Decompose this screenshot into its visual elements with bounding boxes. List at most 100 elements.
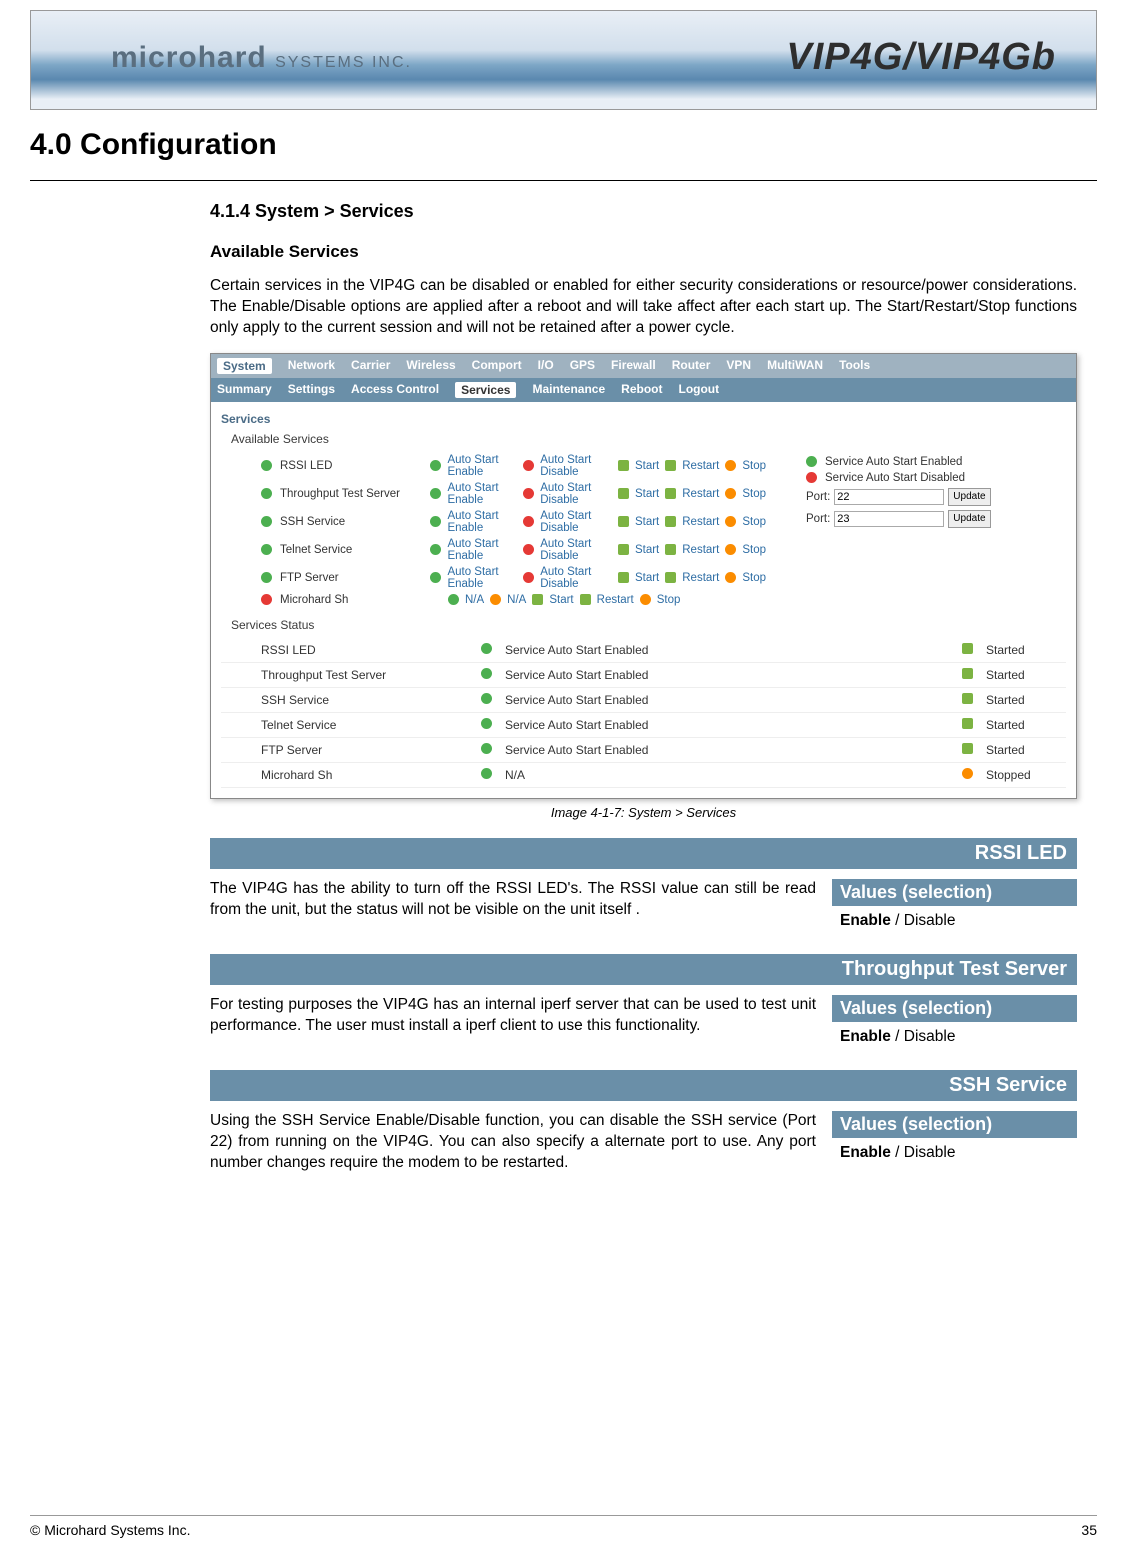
- main-tab[interactable]: Carrier: [351, 358, 390, 374]
- sub-tab[interactable]: Maintenance: [532, 382, 605, 398]
- stop-link[interactable]: Stop: [742, 488, 766, 500]
- enable-icon: [448, 594, 459, 605]
- available-services-heading: Available Services: [231, 432, 1066, 446]
- port-input-ssh[interactable]: [834, 489, 944, 505]
- product-name: VIP4G/VIP4Gb: [786, 36, 1056, 79]
- auto-start-enable-link[interactable]: Auto Start Enable: [447, 566, 517, 590]
- stop-icon: [725, 516, 736, 527]
- restart-link[interactable]: Restart: [682, 460, 719, 472]
- main-tab[interactable]: I/O: [538, 358, 554, 374]
- check-icon: [481, 643, 492, 654]
- service-name: Throughput Test Server: [280, 488, 422, 500]
- restart-link[interactable]: Restart: [682, 488, 719, 500]
- restart-link[interactable]: Restart: [682, 516, 719, 528]
- start-link[interactable]: Start: [635, 516, 659, 528]
- main-tab[interactable]: System: [217, 358, 272, 374]
- service-list: RSSI LEDAuto Start EnableAuto Start Disa…: [221, 452, 766, 608]
- status-name: FTP Server: [261, 743, 481, 757]
- auto-start-enable-link[interactable]: Auto Start Enable: [447, 454, 517, 478]
- section-subtitle: Available Services: [210, 242, 1077, 262]
- sub-tab[interactable]: Settings: [288, 382, 335, 398]
- stop-link[interactable]: Stop: [657, 594, 681, 606]
- stop-link[interactable]: Stop: [742, 460, 766, 472]
- restart-icon: [665, 572, 676, 583]
- legend-disabled: Service Auto Start Disabled: [825, 472, 965, 484]
- state-icon: [962, 743, 973, 754]
- restart-link[interactable]: Restart: [682, 572, 719, 584]
- enable-icon: [430, 516, 441, 527]
- enable-icon: [430, 572, 441, 583]
- auto-start-enable-link[interactable]: Auto Start Enable: [447, 482, 517, 506]
- auto-start-disable-link[interactable]: Auto Start Disable: [540, 566, 612, 590]
- restart-link[interactable]: Restart: [597, 594, 634, 606]
- values-heading: Values (selection): [832, 995, 1077, 1022]
- auto-start-disable-link[interactable]: N/A: [507, 594, 526, 606]
- check-icon: [481, 743, 492, 754]
- auto-start-disable-link[interactable]: Auto Start Disable: [540, 538, 612, 562]
- enable-icon: [430, 544, 441, 555]
- setting-header: Throughput Test Server: [210, 954, 1077, 985]
- legend-panel: Service Auto Start Enabled Service Auto …: [806, 452, 1066, 608]
- main-tab[interactable]: Router: [672, 358, 711, 374]
- start-link[interactable]: Start: [549, 594, 573, 606]
- auto-start-enable-link[interactable]: Auto Start Enable: [447, 538, 517, 562]
- update-button[interactable]: Update: [948, 510, 990, 528]
- update-button[interactable]: Update: [948, 488, 990, 506]
- main-tab[interactable]: Firewall: [611, 358, 656, 374]
- disable-icon: [523, 516, 534, 527]
- auto-start-disable-link[interactable]: Auto Start Disable: [540, 510, 612, 534]
- values-heading: Values (selection): [832, 1111, 1077, 1138]
- start-link[interactable]: Start: [635, 572, 659, 584]
- status-row: Microhard ShN/AStopped: [221, 763, 1066, 788]
- start-link[interactable]: Start: [635, 544, 659, 556]
- service-row: SSH ServiceAuto Start EnableAuto Start D…: [221, 508, 766, 536]
- main-tab[interactable]: Network: [288, 358, 335, 374]
- state-text: Started: [986, 643, 1066, 657]
- sub-tab[interactable]: Summary: [217, 382, 272, 398]
- stop-link[interactable]: Stop: [742, 516, 766, 528]
- sub-tab[interactable]: Reboot: [621, 382, 662, 398]
- main-tab[interactable]: MultiWAN: [767, 358, 823, 374]
- main-tabs: System Network Carrier Wireless Comport I/O GP…: [211, 354, 1076, 378]
- state-text: Started: [986, 743, 1066, 757]
- setting-description: Using the SSH Service Enable/Disable fun…: [210, 1111, 816, 1174]
- intro-paragraph: Certain services in the VIP4G can be dis…: [210, 276, 1077, 339]
- start-icon: [618, 572, 629, 583]
- chapter-title: 4.0 Configuration: [30, 128, 1097, 162]
- legend-enabled: Service Auto Start Enabled: [825, 456, 962, 468]
- start-link[interactable]: Start: [635, 488, 659, 500]
- status-text: Service Auto Start Enabled: [505, 643, 962, 657]
- main-tab[interactable]: Tools: [839, 358, 870, 374]
- auto-start-disable-link[interactable]: Auto Start Disable: [540, 482, 612, 506]
- auto-start-disable-link[interactable]: Auto Start Disable: [540, 454, 612, 478]
- main-tab[interactable]: Comport: [472, 358, 522, 374]
- sub-tab[interactable]: Services: [455, 382, 516, 398]
- header-banner: microhard SYSTEMS INC. VIP4G/VIP4Gb: [30, 10, 1097, 110]
- restart-icon: [665, 516, 676, 527]
- stop-link[interactable]: Stop: [742, 572, 766, 584]
- state-text: Started: [986, 693, 1066, 707]
- port-input-telnet[interactable]: [834, 511, 944, 527]
- auto-start-enable-link[interactable]: N/A: [465, 594, 484, 606]
- start-icon: [618, 460, 629, 471]
- values-heading: Values (selection): [832, 879, 1077, 906]
- stop-icon: [640, 594, 651, 605]
- setting-description: For testing purposes the VIP4G has an in…: [210, 995, 816, 1052]
- status-name: SSH Service: [261, 693, 481, 707]
- service-row: Telnet ServiceAuto Start EnableAuto Star…: [221, 536, 766, 564]
- main-tab[interactable]: VPN: [726, 358, 751, 374]
- start-link[interactable]: Start: [635, 460, 659, 472]
- stop-link[interactable]: Stop: [742, 544, 766, 556]
- main-tab[interactable]: GPS: [570, 358, 595, 374]
- x-icon: [806, 472, 817, 483]
- start-icon: [618, 488, 629, 499]
- main-tab[interactable]: Wireless: [406, 358, 455, 374]
- sub-tab[interactable]: Access Control: [351, 382, 439, 398]
- state-text: Started: [986, 718, 1066, 732]
- divider: [30, 180, 1097, 181]
- restart-link[interactable]: Restart: [682, 544, 719, 556]
- auto-start-enable-link[interactable]: Auto Start Enable: [447, 510, 517, 534]
- status-name: Telnet Service: [261, 718, 481, 732]
- screenshot: System Network Carrier Wireless Comport I/O GP…: [210, 353, 1077, 799]
- sub-tab[interactable]: Logout: [678, 382, 719, 398]
